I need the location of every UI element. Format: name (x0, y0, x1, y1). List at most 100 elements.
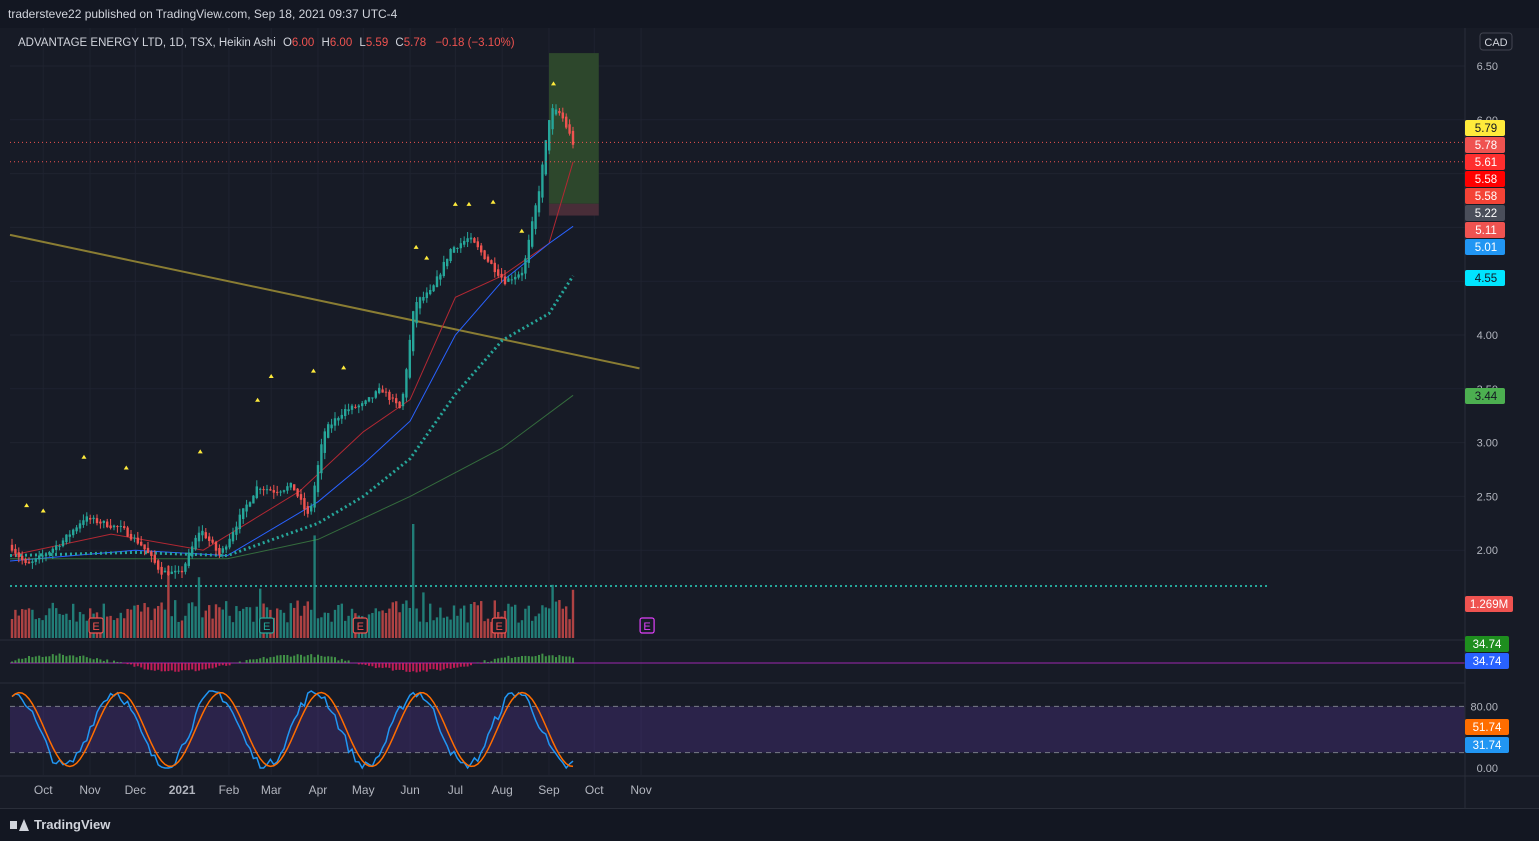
candle-body (45, 554, 47, 556)
earnings-marker[interactable]: E (89, 618, 103, 633)
candle-body (538, 191, 540, 212)
macd-bar (290, 657, 292, 663)
candle-body (273, 490, 275, 493)
swing-high-marker (414, 245, 419, 249)
macd-bar (467, 663, 469, 667)
candle-body (572, 131, 574, 145)
x-tick-label: Feb (219, 783, 240, 797)
macd-bar (399, 663, 401, 670)
volume-bar (534, 616, 536, 638)
macd-bar (263, 657, 265, 663)
volume-bar (572, 590, 574, 638)
volume-bar (215, 604, 217, 638)
earnings-marker[interactable]: E (640, 618, 654, 633)
volume-bar (317, 618, 319, 638)
macd-bar (358, 663, 360, 664)
stoch-rsi-pane (10, 691, 1465, 768)
macd-bar (494, 659, 496, 663)
earnings-marker[interactable]: E (492, 618, 506, 633)
candle-body (500, 274, 502, 278)
candle-body (534, 205, 536, 229)
volume-bar (35, 619, 37, 638)
currency-badge[interactable]: CAD (1480, 33, 1512, 50)
candle-body (18, 552, 20, 557)
tradingview-logo[interactable]: TradingView (10, 817, 110, 832)
macd-bar (174, 663, 176, 672)
candle-body (453, 247, 455, 252)
macd-bar (375, 663, 377, 668)
volume-bar (303, 606, 305, 638)
price-label: 5.58 (1465, 188, 1505, 204)
macd-last-label: 34.74 (1465, 653, 1509, 669)
volume-bar (483, 621, 485, 638)
volume-bar (371, 613, 373, 638)
candle-body (215, 542, 217, 551)
macd-bar (320, 656, 322, 663)
volume-bar (538, 614, 540, 638)
price-label: 5.79 (1465, 120, 1505, 136)
candle-body (106, 522, 108, 528)
volume-bar (330, 622, 332, 638)
macd-bar (572, 658, 574, 663)
macd-bar (127, 663, 129, 664)
y-tick-label: 2.00 (1477, 545, 1498, 557)
volume-bar (86, 621, 88, 638)
macd-bar (341, 659, 343, 663)
candle-body (402, 394, 404, 406)
price-label: 5.11 (1465, 222, 1505, 238)
macd-bar (222, 663, 224, 665)
swing-high-marker (269, 374, 274, 378)
volume-last-label: 1.269M (1465, 596, 1513, 612)
macd-bar (569, 656, 571, 663)
candle-body (69, 534, 71, 536)
macd-bar (130, 663, 132, 664)
rsi-label-text: 31.74 (1473, 740, 1502, 752)
candle-body (358, 406, 360, 408)
price-label: 5.58 (1465, 171, 1505, 187)
macd-bar (218, 663, 220, 666)
candle-body (385, 392, 387, 393)
volume-bar (194, 606, 196, 638)
candle-body (24, 559, 26, 563)
swing-high-marker (24, 503, 29, 507)
x-tick-label: Apr (309, 783, 328, 797)
high-value: 6.00 (330, 37, 352, 49)
candle-body (86, 516, 88, 521)
macd-bar (208, 663, 210, 668)
macd-bar (191, 663, 193, 669)
macd-bar (293, 656, 295, 663)
price-label-text: 5.58 (1475, 191, 1497, 203)
macd-bar (307, 655, 309, 663)
chart-area[interactable]: EEEEE 6.506.003.503.002.502.004.0080.000… (0, 28, 1539, 808)
price-chart-svg[interactable]: EEEEE 6.506.003.503.002.502.004.0080.000… (0, 28, 1539, 808)
candle-body (545, 140, 547, 174)
volume-bar (218, 607, 220, 638)
candle-body (310, 506, 312, 512)
macd-bar (541, 654, 543, 663)
candle-body (354, 407, 356, 408)
candle-body (388, 392, 390, 400)
earnings-marker[interactable]: E (260, 618, 274, 633)
candle-body (133, 538, 135, 539)
macd-bar (14, 660, 16, 663)
volume-bar (296, 601, 298, 638)
rsi-tick-label: 80.00 (1470, 701, 1498, 713)
swing-high-marker (124, 466, 129, 470)
candle-body (446, 259, 448, 266)
macd-bar (405, 663, 407, 672)
volume-bar (443, 618, 445, 638)
candle-body (205, 532, 207, 538)
macd-bar (246, 660, 248, 663)
macd-bar (69, 655, 71, 663)
candle-body (290, 483, 292, 488)
earnings-marker[interactable]: E (353, 618, 367, 633)
macd-bar (388, 663, 390, 668)
volume-bar (558, 600, 560, 638)
volume-bar (249, 607, 251, 638)
candle-body (419, 297, 421, 308)
macd-bar (89, 658, 91, 663)
close-value: 5.78 (404, 37, 426, 49)
macd-bar (286, 655, 288, 663)
candle-body (201, 531, 203, 535)
x-tick-label: Dec (125, 783, 146, 797)
